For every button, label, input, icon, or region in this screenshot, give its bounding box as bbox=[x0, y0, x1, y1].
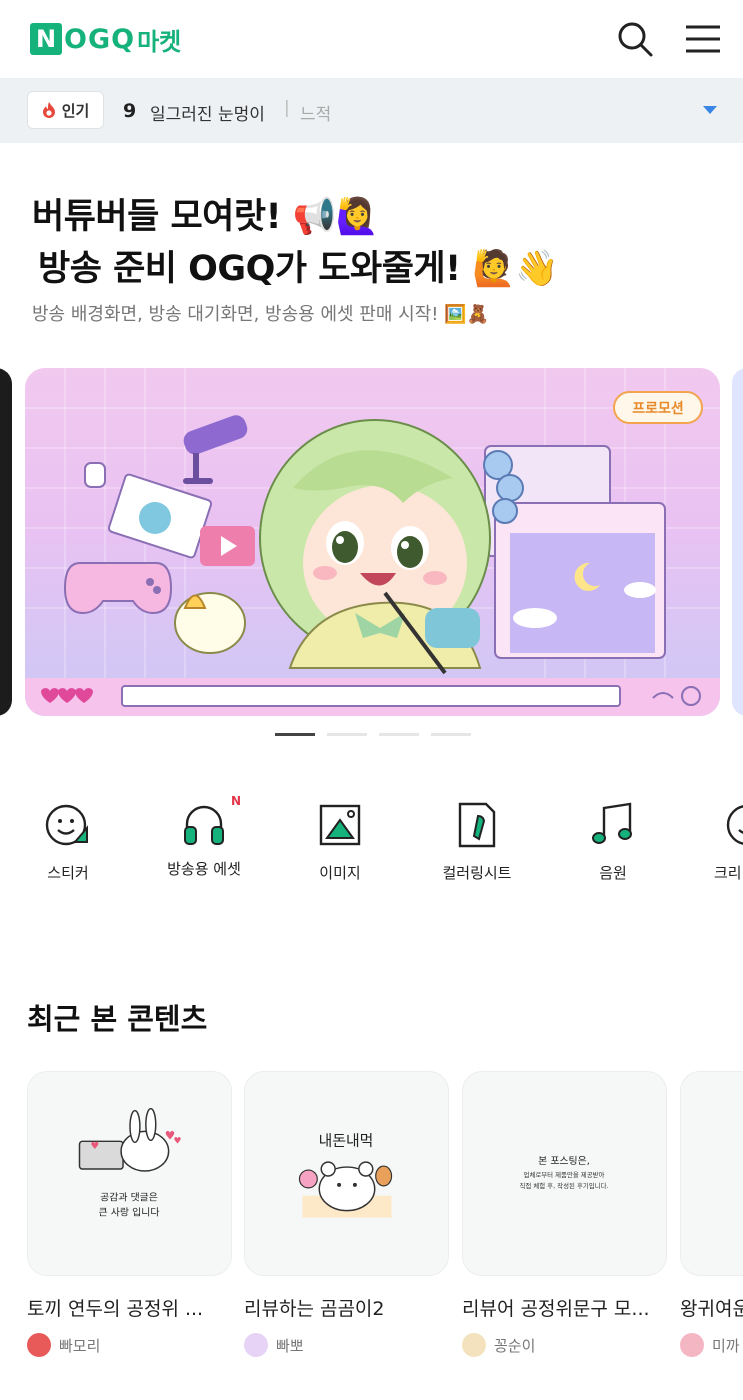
card-title: 리뷰어 공정위문구 모... bbox=[462, 1298, 650, 1320]
chevron-down-icon[interactable] bbox=[703, 106, 717, 114]
avatar bbox=[27, 1333, 51, 1357]
carousel-dot[interactable] bbox=[431, 733, 471, 736]
category-label: 이미지 bbox=[319, 864, 361, 882]
trending-rank: 9 bbox=[123, 100, 137, 122]
rabbit-laptop-sticker: ♥ ♥ ♥ 공감과 댓글은 큰 사랑 입니다 bbox=[78, 1107, 182, 1219]
music-icon bbox=[592, 802, 632, 844]
author-name: 꽁순이 bbox=[494, 1336, 536, 1355]
sticker-icon bbox=[726, 805, 743, 845]
bear-review-sticker: 내돈내먹 bbox=[298, 1131, 393, 1218]
svg-text:내돈내먹: 내돈내먹 bbox=[319, 1131, 374, 1149]
card-author[interactable]: 빠뽀 bbox=[244, 1333, 449, 1357]
card-author[interactable]: 미까 bbox=[680, 1333, 743, 1357]
svg-text:♥: ♥ bbox=[90, 1141, 99, 1152]
category-creator[interactable]: 크리 bbox=[694, 800, 743, 883]
carousel-pagination bbox=[275, 733, 471, 736]
recent-content-heading: 최근 본 콘텐츠 bbox=[27, 1002, 208, 1036]
promo-title-line2: 방송 준비 OGQ가 도와줄게! 🙋👋 bbox=[38, 249, 559, 289]
author-name: 빠모리 bbox=[59, 1336, 101, 1355]
trending-term[interactable]: 일그러진 눈멍이 bbox=[150, 100, 265, 125]
sticker-icon bbox=[45, 804, 88, 846]
category-label: 컬러링시트 bbox=[442, 864, 512, 882]
svg-text:큰 사랑 입니다: 큰 사랑 입니다 bbox=[99, 1206, 160, 1219]
card-thumbnail bbox=[680, 1071, 743, 1276]
recent-content-card[interactable]: 왕귀여운 미까 bbox=[680, 1071, 743, 1357]
logo-n-mark: N bbox=[30, 23, 62, 55]
author-name: 미까 bbox=[712, 1336, 740, 1355]
image-icon bbox=[319, 804, 361, 846]
category-label: 음원 bbox=[599, 864, 627, 882]
category-sticker[interactable]: 스티커 bbox=[13, 800, 123, 883]
category-label: 크리 bbox=[714, 864, 742, 882]
promotion-tag: 프로모션 bbox=[613, 391, 703, 424]
trending-separator: | bbox=[284, 98, 290, 118]
trending-search-bar[interactable]: 인기 9 일그러진 눈멍이 | 느적 bbox=[0, 78, 743, 143]
carousel-dot-active[interactable] bbox=[275, 733, 315, 736]
trending-next-term: 느적 bbox=[300, 105, 332, 125]
category-coloring-sheet[interactable]: 컬러링시트 bbox=[422, 800, 532, 883]
disclosure-text-sticker: 본 포스팅은, 업체로부터 제품만을 제공받아 직접 체험 후, 작성된 후기입… bbox=[519, 1155, 608, 1190]
svg-text:본 포스팅은,: 본 포스팅은, bbox=[538, 1155, 590, 1167]
carousel-next-slide[interactable] bbox=[732, 368, 743, 716]
svg-text:공감과 댓글은: 공감과 댓글은 bbox=[100, 1192, 158, 1204]
popular-badge: 인기 bbox=[27, 91, 104, 129]
hamburger-menu-icon[interactable] bbox=[684, 20, 722, 58]
recent-content-card[interactable]: 본 포스팅은, 업체로부터 제품만을 제공받아 직접 체험 후, 작성된 후기입… bbox=[462, 1071, 667, 1357]
card-title: 리뷰하는 곰곰이2 bbox=[244, 1298, 385, 1320]
card-author[interactable]: 빠모리 bbox=[27, 1333, 232, 1357]
category-label: 방송용 에셋 bbox=[167, 860, 241, 878]
svg-text:업체로부터 제품만을 제공받아: 업체로부터 제품만을 제공받아 bbox=[524, 1170, 605, 1179]
headset-icon bbox=[184, 805, 224, 845]
category-music[interactable]: 음원 bbox=[558, 800, 668, 883]
new-badge: N bbox=[230, 794, 241, 808]
recent-content-card[interactable]: 내돈내먹 리뷰하는 곰곰이2 빠뽀 bbox=[244, 1071, 449, 1357]
avatar bbox=[680, 1333, 704, 1357]
card-thumbnail: ♥ ♥ ♥ 공감과 댓글은 큰 사랑 입니다 bbox=[27, 1071, 232, 1276]
promo-subtitle: 방송 배경화면, 방송 대기화면, 방송용 에셋 판매 시작! 🖼️🧸 bbox=[32, 304, 490, 325]
ogq-market-logo[interactable]: N OGQ 마켓 bbox=[30, 22, 181, 56]
logo-wordmark: OGQ bbox=[64, 23, 136, 55]
card-thumbnail: 본 포스팅은, 업체로부터 제품만을 제공받아 직접 체험 후, 작성된 후기입… bbox=[462, 1071, 667, 1276]
category-broadcast-assets[interactable]: N 방송용 에셋 bbox=[149, 794, 259, 879]
promo-title-line1: 버튜버들 모여랏! 📢🙋‍♀️ bbox=[32, 197, 379, 237]
logo-market-label: 마켓 bbox=[137, 27, 182, 56]
avatar bbox=[244, 1333, 268, 1357]
fire-icon bbox=[42, 102, 55, 118]
top-header: N OGQ 마켓 bbox=[0, 0, 743, 78]
category-image[interactable]: 이미지 bbox=[285, 800, 395, 883]
svg-text:직접 체험 후, 작성된 후기입니다.: 직접 체험 후, 작성된 후기입니다. bbox=[519, 1181, 608, 1190]
card-thumbnail: 내돈내먹 bbox=[244, 1071, 449, 1276]
carousel-dot[interactable] bbox=[327, 733, 367, 736]
avatar bbox=[462, 1333, 486, 1357]
coloring-icon bbox=[458, 802, 496, 848]
svg-text:♥: ♥ bbox=[174, 1136, 182, 1146]
popular-badge-label: 인기 bbox=[61, 101, 90, 120]
carousel-prev-slide[interactable] bbox=[0, 368, 12, 716]
author-name: 빠뽀 bbox=[276, 1336, 304, 1355]
vtuber-promo-banner[interactable] bbox=[25, 368, 720, 716]
carousel-dot[interactable] bbox=[379, 733, 419, 736]
search-icon[interactable] bbox=[616, 20, 654, 58]
card-author[interactable]: 꽁순이 bbox=[462, 1333, 667, 1357]
vtuber-illustration bbox=[25, 368, 720, 716]
card-title: 왕귀여운 bbox=[680, 1298, 743, 1320]
card-title: 토끼 연두의 공정위 ... bbox=[27, 1298, 204, 1320]
recent-content-card[interactable]: ♥ ♥ ♥ 공감과 댓글은 큰 사랑 입니다 토끼 연두의 공정위 ... 빠모… bbox=[27, 1071, 232, 1357]
category-label: 스티커 bbox=[47, 864, 89, 882]
